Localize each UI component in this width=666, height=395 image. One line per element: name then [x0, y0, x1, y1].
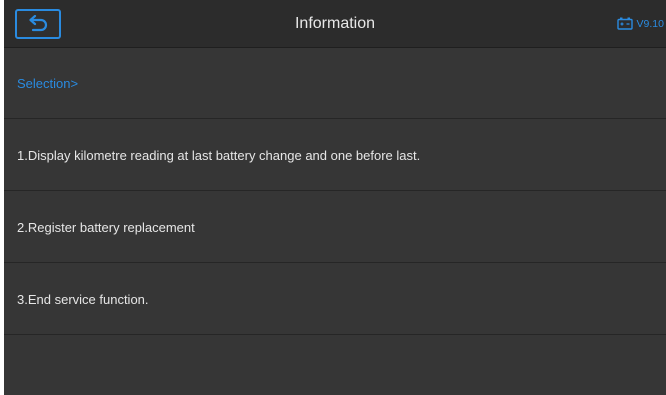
version-label: V9.10 [636, 17, 664, 30]
return-arrow-icon [29, 15, 48, 32]
battery-icon [616, 17, 633, 30]
menu-item-end-service-function[interactable]: 3.End service function. [4, 264, 666, 335]
title-bar: Information V9.10 [4, 0, 666, 48]
page-title: Information [294, 15, 376, 32]
selection-header: Selection> [4, 48, 666, 119]
app-screen: Information V9.10 Selection> 1.Display k… [4, 0, 666, 395]
menu-item-display-km-reading[interactable]: 1.Display kilometre reading at last batt… [4, 120, 666, 191]
back-button[interactable] [15, 9, 61, 39]
menu-item-register-battery-replacement[interactable]: 2.Register battery replacement [4, 192, 666, 263]
version-indicator: V9.10 [616, 0, 664, 47]
